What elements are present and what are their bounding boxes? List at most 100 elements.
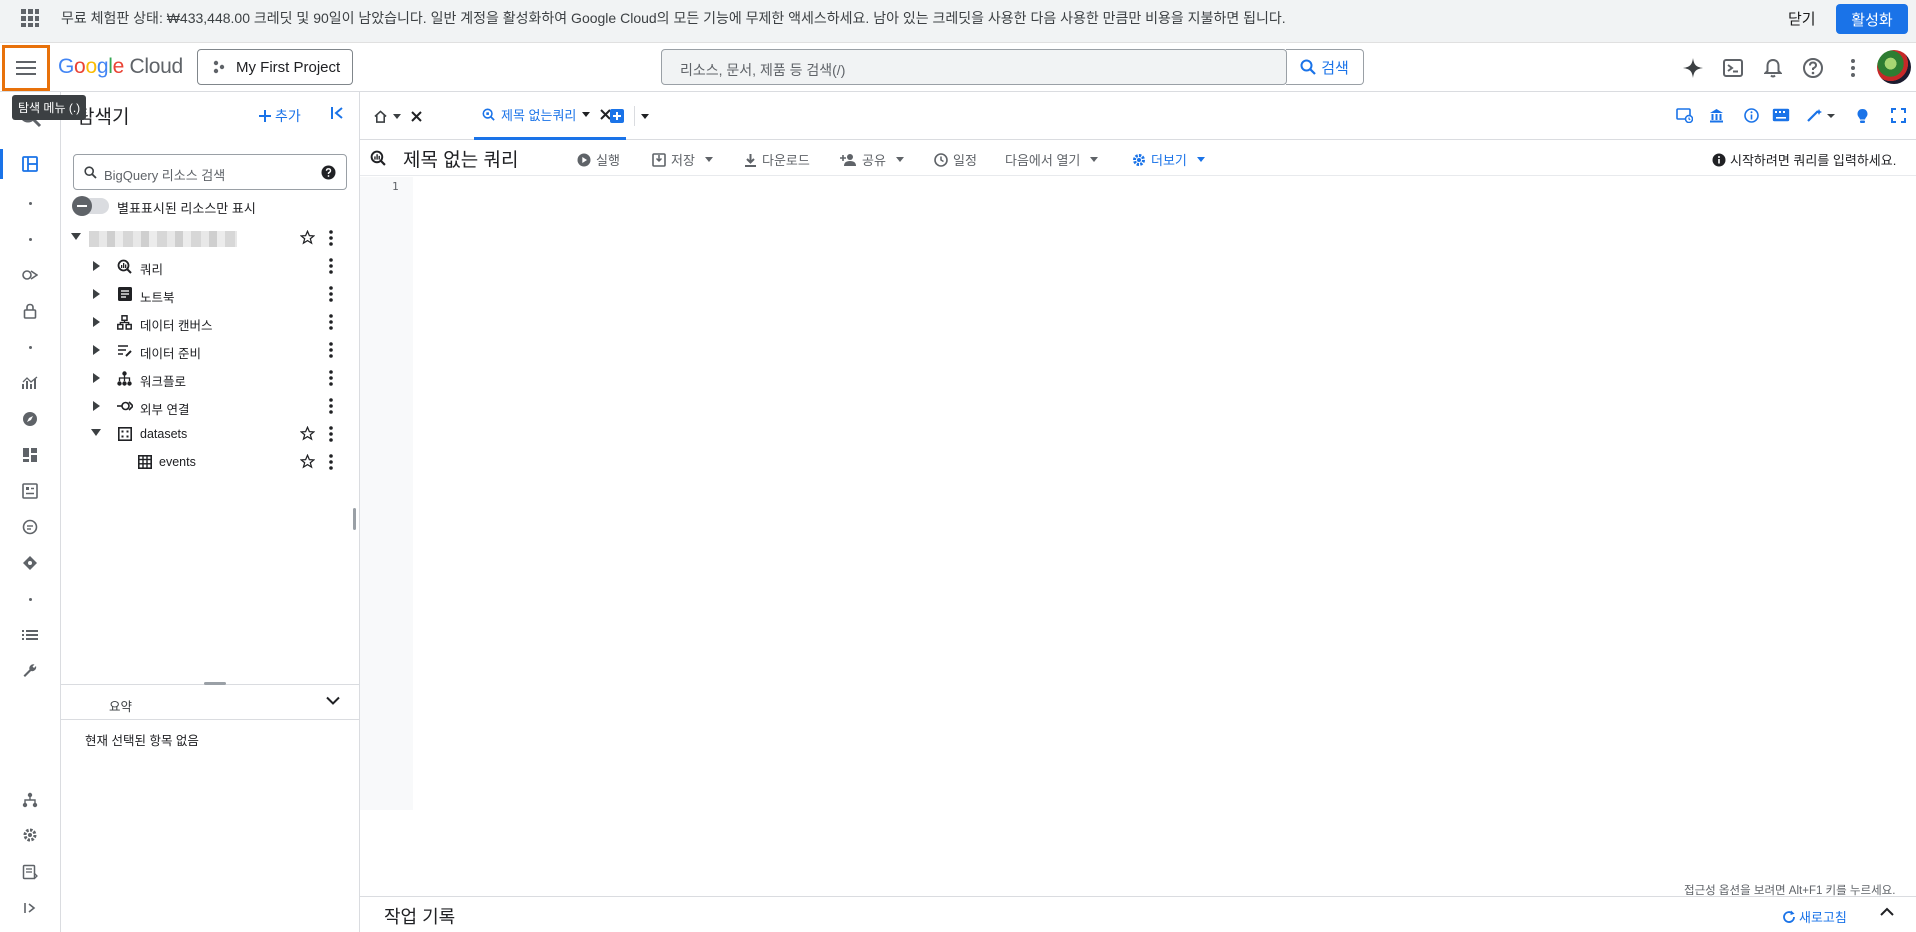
more-button[interactable]: 더보기: [1132, 150, 1205, 169]
dashboard-icon[interactable]: [16, 443, 44, 467]
caret-right-icon[interactable]: [93, 345, 100, 355]
new-tab-button[interactable]: [610, 92, 656, 140]
banner-close-button[interactable]: 닫기: [1788, 8, 1816, 29]
rail-dot-icon[interactable]: [16, 227, 44, 251]
more-vert-icon[interactable]: [329, 398, 333, 414]
bank-icon[interactable]: [1709, 108, 1724, 123]
tree-item-workflow[interactable]: 워크플로: [61, 364, 359, 392]
search-placeholder: 리소스, 문서, 제품 등 검색(/): [680, 62, 846, 78]
hierarchy-icon[interactable]: [16, 788, 44, 812]
analytics-chart-icon[interactable]: [16, 371, 44, 395]
cloud-shell-icon[interactable]: [1720, 55, 1746, 81]
wrench-icon[interactable]: [16, 659, 44, 683]
more-vert-icon[interactable]: [329, 230, 333, 246]
download-button[interactable]: 다운로드: [744, 150, 810, 169]
tree-item-external-connection[interactable]: 외부 연결: [61, 392, 359, 420]
google-cloud-logo[interactable]: Google Cloud: [58, 55, 183, 79]
magic-wand-icon[interactable]: [1806, 108, 1836, 123]
star-icon[interactable]: [300, 230, 315, 245]
tab-home[interactable]: [374, 92, 444, 140]
query-title[interactable]: 제목 없는 쿼리: [403, 145, 518, 172]
resource-search-input[interactable]: BigQuery 리소스 검색: [73, 154, 347, 190]
job-history-title[interactable]: 작업 기록: [384, 903, 455, 929]
project-tree-row[interactable]: [61, 224, 359, 252]
navigation-menu-button[interactable]: [2, 45, 50, 91]
caret-right-icon[interactable]: [93, 317, 100, 327]
project-picker-button[interactable]: My First Project: [197, 49, 353, 85]
studio-icon[interactable]: [16, 152, 44, 176]
notifications-bell-icon[interactable]: [1760, 55, 1786, 81]
share-button[interactable]: 공유: [840, 150, 904, 169]
run-button[interactable]: 실행: [577, 150, 620, 169]
starred-only-toggle[interactable]: [72, 196, 109, 216]
more-vert-icon[interactable]: [329, 258, 333, 274]
keyboard-icon[interactable]: [1772, 108, 1790, 122]
caret-right-icon[interactable]: [93, 401, 100, 411]
more-vert-icon[interactable]: [329, 286, 333, 302]
account-avatar[interactable]: [1877, 50, 1911, 84]
lightbulb-icon[interactable]: [1856, 108, 1869, 124]
star-icon[interactable]: [300, 426, 315, 441]
splitter-grip[interactable]: [204, 682, 226, 685]
chat-bubble-icon[interactable]: [16, 515, 44, 539]
panel-resize-handle[interactable]: [353, 508, 356, 530]
data-prep-icon: [118, 345, 132, 357]
tree-item-query[interactable]: 쿼리: [61, 252, 359, 280]
add-button[interactable]: 추가: [259, 106, 301, 126]
global-search-input[interactable]: 리소스, 문서, 제품 등 검색(/): [661, 49, 1287, 85]
rail-dot-icon[interactable]: [16, 191, 44, 215]
collapse-panel-icon[interactable]: [331, 106, 345, 120]
release-notes-icon[interactable]: [16, 860, 44, 884]
table-view-icon[interactable]: [16, 479, 44, 503]
summary-header[interactable]: 요약: [61, 686, 359, 720]
schedule-button[interactable]: 일정: [934, 150, 977, 169]
schedule-screen-icon[interactable]: [1676, 108, 1693, 123]
more-vert-icon[interactable]: [329, 426, 333, 442]
settings-gear-icon[interactable]: [16, 823, 44, 847]
save-button[interactable]: 저장: [652, 150, 713, 169]
help-icon[interactable]: [1800, 55, 1826, 81]
refresh-button[interactable]: 새로고침: [1782, 907, 1847, 926]
fullscreen-icon[interactable]: [1891, 108, 1906, 123]
diamond-icon[interactable]: [16, 551, 44, 575]
caret-down-icon[interactable]: [91, 429, 101, 437]
list-icon[interactable]: [16, 623, 44, 647]
tree-item-datasets[interactable]: datasets: [61, 420, 359, 448]
star-icon[interactable]: [300, 454, 315, 469]
close-icon[interactable]: [411, 110, 422, 122]
more-vert-icon[interactable]: [329, 370, 333, 386]
activate-button[interactable]: 활성화: [1836, 4, 1908, 34]
expand-rail-icon[interactable]: [16, 896, 44, 920]
caret-down-icon[interactable]: [641, 113, 649, 119]
lock-icon[interactable]: [16, 299, 44, 323]
caret-right-icon[interactable]: [93, 289, 100, 299]
caret-down-icon[interactable]: [393, 113, 401, 119]
more-vert-icon[interactable]: [329, 454, 333, 470]
tab-untitled-query[interactable]: 제목 없는쿼리: [474, 92, 626, 140]
chevron-down-icon[interactable]: [326, 696, 340, 706]
data-transfer-icon[interactable]: [16, 263, 44, 287]
search-button[interactable]: 검색: [1286, 49, 1364, 85]
apps-grid-icon[interactable]: [20, 8, 40, 28]
caret-right-icon[interactable]: [93, 373, 100, 383]
caret-down-icon[interactable]: [582, 112, 591, 117]
caret-down-icon[interactable]: [71, 233, 81, 241]
help-icon[interactable]: [321, 165, 336, 180]
more-vert-icon[interactable]: [329, 314, 333, 330]
rail-dot-icon[interactable]: [16, 335, 44, 359]
tree-item-data-canvas[interactable]: 데이터 캔버스: [61, 308, 359, 336]
tree-item-data-prep[interactable]: 데이터 준비: [61, 336, 359, 364]
tree-item-notebook[interactable]: 노트북: [61, 280, 359, 308]
rail-dot-icon[interactable]: [16, 587, 44, 611]
compass-icon[interactable]: [16, 407, 44, 431]
more-vert-icon[interactable]: [1840, 55, 1866, 81]
summary-splitter[interactable]: [61, 682, 359, 685]
tree-item-events-table[interactable]: events: [61, 448, 359, 476]
open-in-button[interactable]: 다음에서 열기: [1005, 150, 1099, 169]
chevron-up-icon[interactable]: [1880, 907, 1894, 916]
info-icon[interactable]: [1744, 108, 1759, 123]
more-vert-icon[interactable]: [329, 342, 333, 358]
gemini-sparkle-icon[interactable]: [1680, 55, 1706, 81]
sql-editor[interactable]: 1: [360, 177, 1916, 812]
caret-right-icon[interactable]: [93, 261, 100, 271]
